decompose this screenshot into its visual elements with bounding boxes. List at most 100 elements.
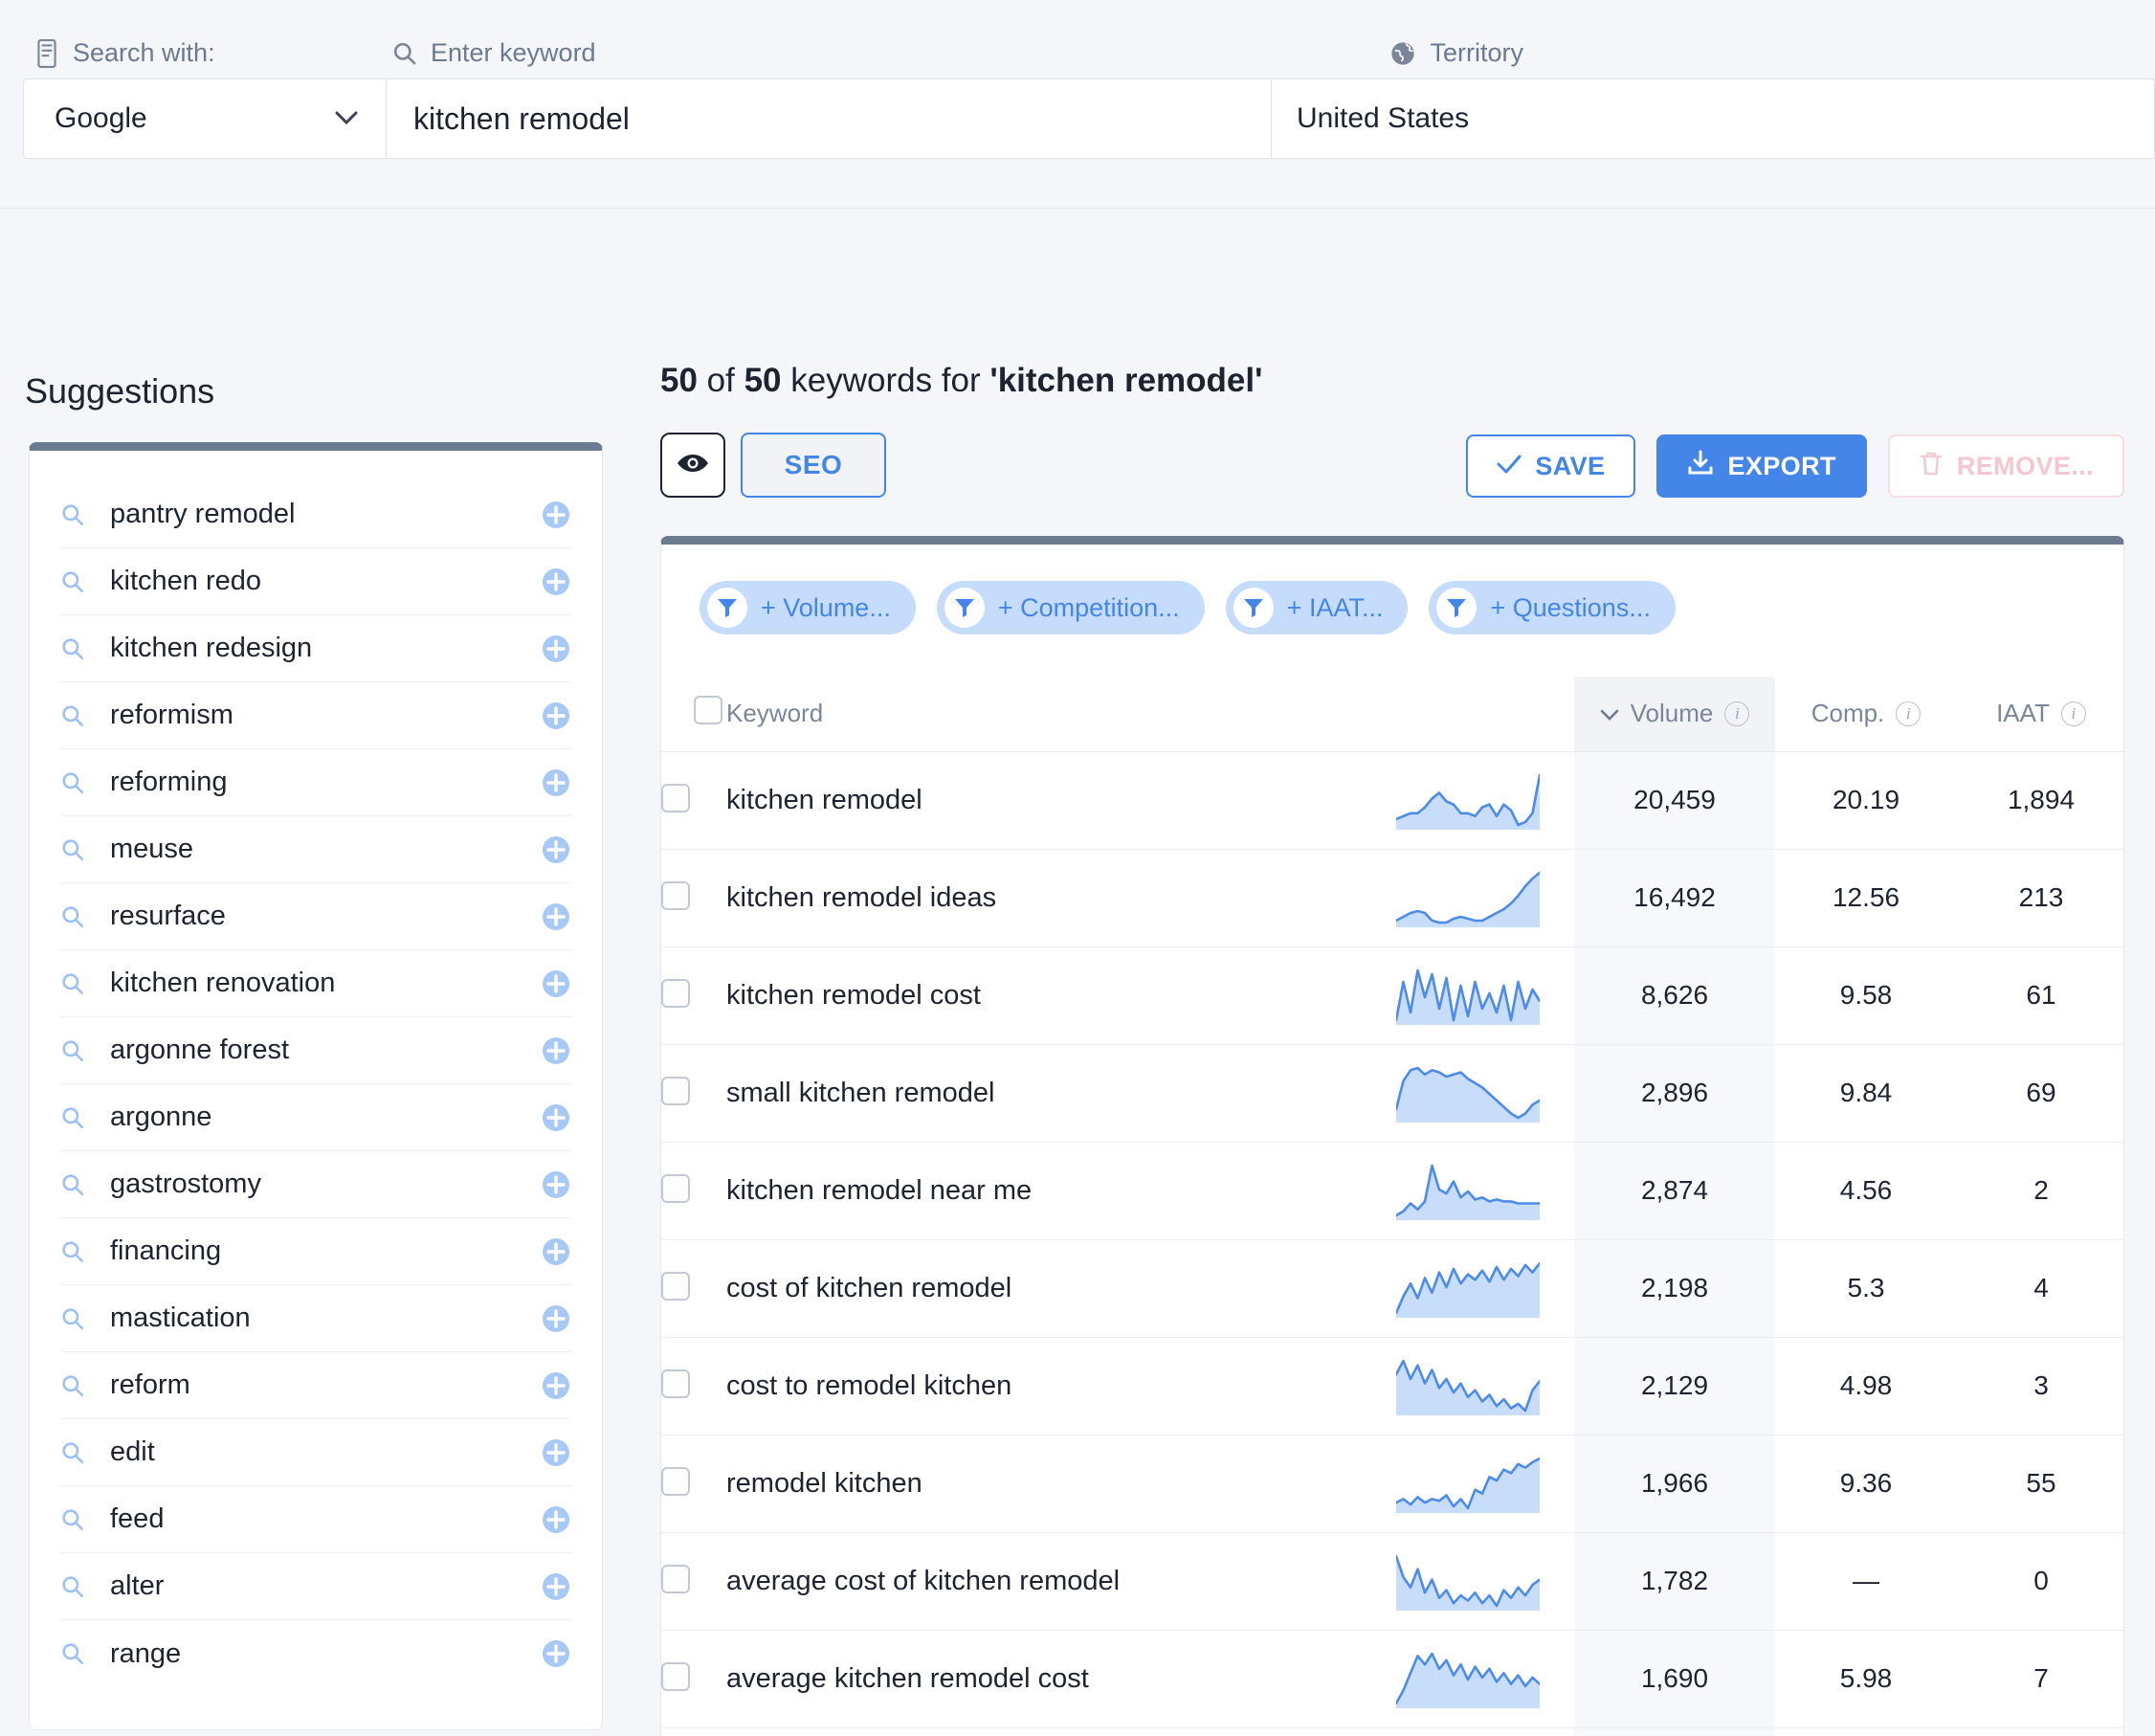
suggestion-item[interactable]: edit [60,1419,571,1486]
row-select-cell[interactable] [661,1239,726,1338]
row-select-cell[interactable] [661,1630,726,1728]
suggestion-item[interactable]: kitchen redesign [60,615,571,682]
table-row[interactable]: kitchen remodel near me 2,874 4.56 2 [661,1142,2123,1240]
row-checkbox[interactable] [661,1466,690,1496]
remove-button[interactable]: REMOVE... [1887,434,2124,498]
table-row[interactable]: cost to remodel kitchen 2,129 4.98 3 [661,1337,2123,1436]
trash-icon [1919,450,1944,483]
info-icon[interactable]: i [2060,701,2086,726]
row-select-cell[interactable] [661,1435,726,1533]
row-checkbox[interactable] [661,783,690,812]
row-select-cell[interactable] [661,1337,726,1436]
suggestion-item[interactable]: financing [60,1218,571,1285]
suggestion-item[interactable]: resurface [60,883,571,950]
add-suggestion-button[interactable] [541,1102,571,1133]
add-suggestion-button[interactable] [541,701,571,731]
add-suggestion-button[interactable] [541,500,571,530]
comp-cell: 9.84 [1775,1044,1957,1143]
info-icon[interactable]: i [1724,701,1750,726]
add-suggestion-button[interactable] [541,1571,571,1602]
row-checkbox[interactable] [661,1564,690,1593]
row-checkbox[interactable] [661,1369,690,1398]
add-suggestion-button[interactable] [541,1169,571,1200]
preview-toggle-button[interactable] [660,433,725,498]
add-suggestion-button[interactable] [541,1437,571,1468]
row-select-cell[interactable] [661,849,726,947]
suggestion-item[interactable]: gastrostomy [60,1151,571,1218]
add-suggestion-button[interactable] [541,634,571,664]
suggestion-item[interactable]: pantry remodel [60,481,571,548]
trend-sparkline [1396,1239,1574,1338]
filter-chip[interactable]: + IAAT... [1225,581,1409,634]
filter-chip[interactable]: + Volume... [700,581,916,634]
row-checkbox[interactable] [661,880,690,910]
info-icon[interactable]: i [1896,701,1922,726]
add-suggestion-button[interactable] [541,1638,571,1669]
row-select-cell[interactable] [661,751,726,850]
search-engine-select[interactable]: Google [23,78,387,159]
add-suggestion-button[interactable] [541,1370,571,1401]
filter-chip[interactable]: + Competition... [936,581,1205,634]
search-with-label: Search with: [73,38,215,67]
comp-column-header[interactable]: Comp. i [1775,677,1957,752]
row-select-cell[interactable] [661,1142,726,1240]
select-all-header[interactable] [661,677,726,752]
row-select-cell[interactable] [661,1532,726,1631]
keyword-column-header[interactable]: Keyword [726,677,1396,752]
row-select-cell[interactable] [661,1044,726,1143]
suggestion-item[interactable]: range [60,1620,571,1687]
filter-chip[interactable]: + Questions... [1429,581,1676,634]
add-suggestion-button[interactable] [541,968,571,999]
table-row[interactable]: average cost of kitchen remodel 1,782—0 [661,1532,2123,1631]
row-select-cell[interactable] [661,946,726,1045]
table-row[interactable]: remodel kitchen 1,966 9.36 55 [661,1435,2123,1533]
add-suggestion-button[interactable] [541,901,571,932]
suggestion-item[interactable]: argonne forest [60,1017,571,1084]
row-checkbox[interactable] [661,1661,690,1691]
table-row[interactable]: kitchen remodel 20,459 20.19 1,894 [661,751,2123,850]
suggestion-item[interactable]: meuse [60,816,571,883]
row-checkbox[interactable] [661,1076,690,1105]
trend-column-header [1396,677,1574,752]
suggestion-item[interactable]: reforming [60,749,571,816]
search-icon [60,703,85,728]
select-all-checkbox[interactable] [694,696,722,725]
add-suggestion-button[interactable] [541,768,571,798]
search-icon [60,1038,85,1063]
suggestion-item[interactable]: mastication [60,1285,571,1352]
suggestion-item[interactable]: reform [60,1352,571,1419]
suggestion-item[interactable]: kitchen redo [60,548,571,615]
add-suggestion-button[interactable] [541,835,571,865]
add-suggestion-button[interactable] [541,567,571,597]
table-row[interactable]: kitchen remodel cost 8,626 9.58 61 [661,946,2123,1045]
table-row[interactable]: small kitchen remodel 2,896 9.84 69 [661,1044,2123,1143]
table-row[interactable]: average kitchen remodel cost 1,690 5.98 7 [661,1630,2123,1728]
keyword-cell: kitchen remodel [726,751,1396,850]
export-button[interactable]: EXPORT [1656,434,1867,498]
suggestion-item[interactable]: reformism [60,682,571,749]
add-suggestion-button[interactable] [541,1035,571,1066]
suggestion-item[interactable]: alter [60,1553,571,1620]
add-suggestion-button[interactable] [541,1236,571,1267]
table-row[interactable]: how much to remodel a kitchen 1,642—0 [661,1727,2123,1736]
save-button[interactable]: SAVE [1466,434,1636,498]
add-suggestion-button[interactable] [541,1504,571,1535]
iaat-cell: 55 [1957,1435,2123,1533]
volume-column-header[interactable]: Volume i [1574,677,1775,752]
row-checkbox[interactable] [661,1271,690,1301]
territory-input[interactable]: United States [1271,78,2155,159]
suggestion-item[interactable]: feed [60,1486,571,1553]
iaat-column-header[interactable]: IAAT i [1957,677,2123,752]
table-row[interactable]: kitchen remodel ideas 16,492 12.56 213 [661,849,2123,947]
trend-sparkline [1396,1337,1574,1436]
seo-tab-button[interactable]: SEO [741,433,886,498]
suggestion-item[interactable]: kitchen renovation [60,950,571,1017]
table-row[interactable]: cost of kitchen remodel 2,198 5.3 4 [661,1239,2123,1338]
row-select-cell[interactable] [661,1727,726,1736]
suggestion-item[interactable]: argonne [60,1084,571,1151]
comp-cell: 5.3 [1775,1239,1957,1338]
row-checkbox[interactable] [661,978,690,1008]
row-checkbox[interactable] [661,1173,690,1203]
keyword-input[interactable]: kitchen remodel [387,78,1271,159]
add-suggestion-button[interactable] [541,1303,571,1334]
